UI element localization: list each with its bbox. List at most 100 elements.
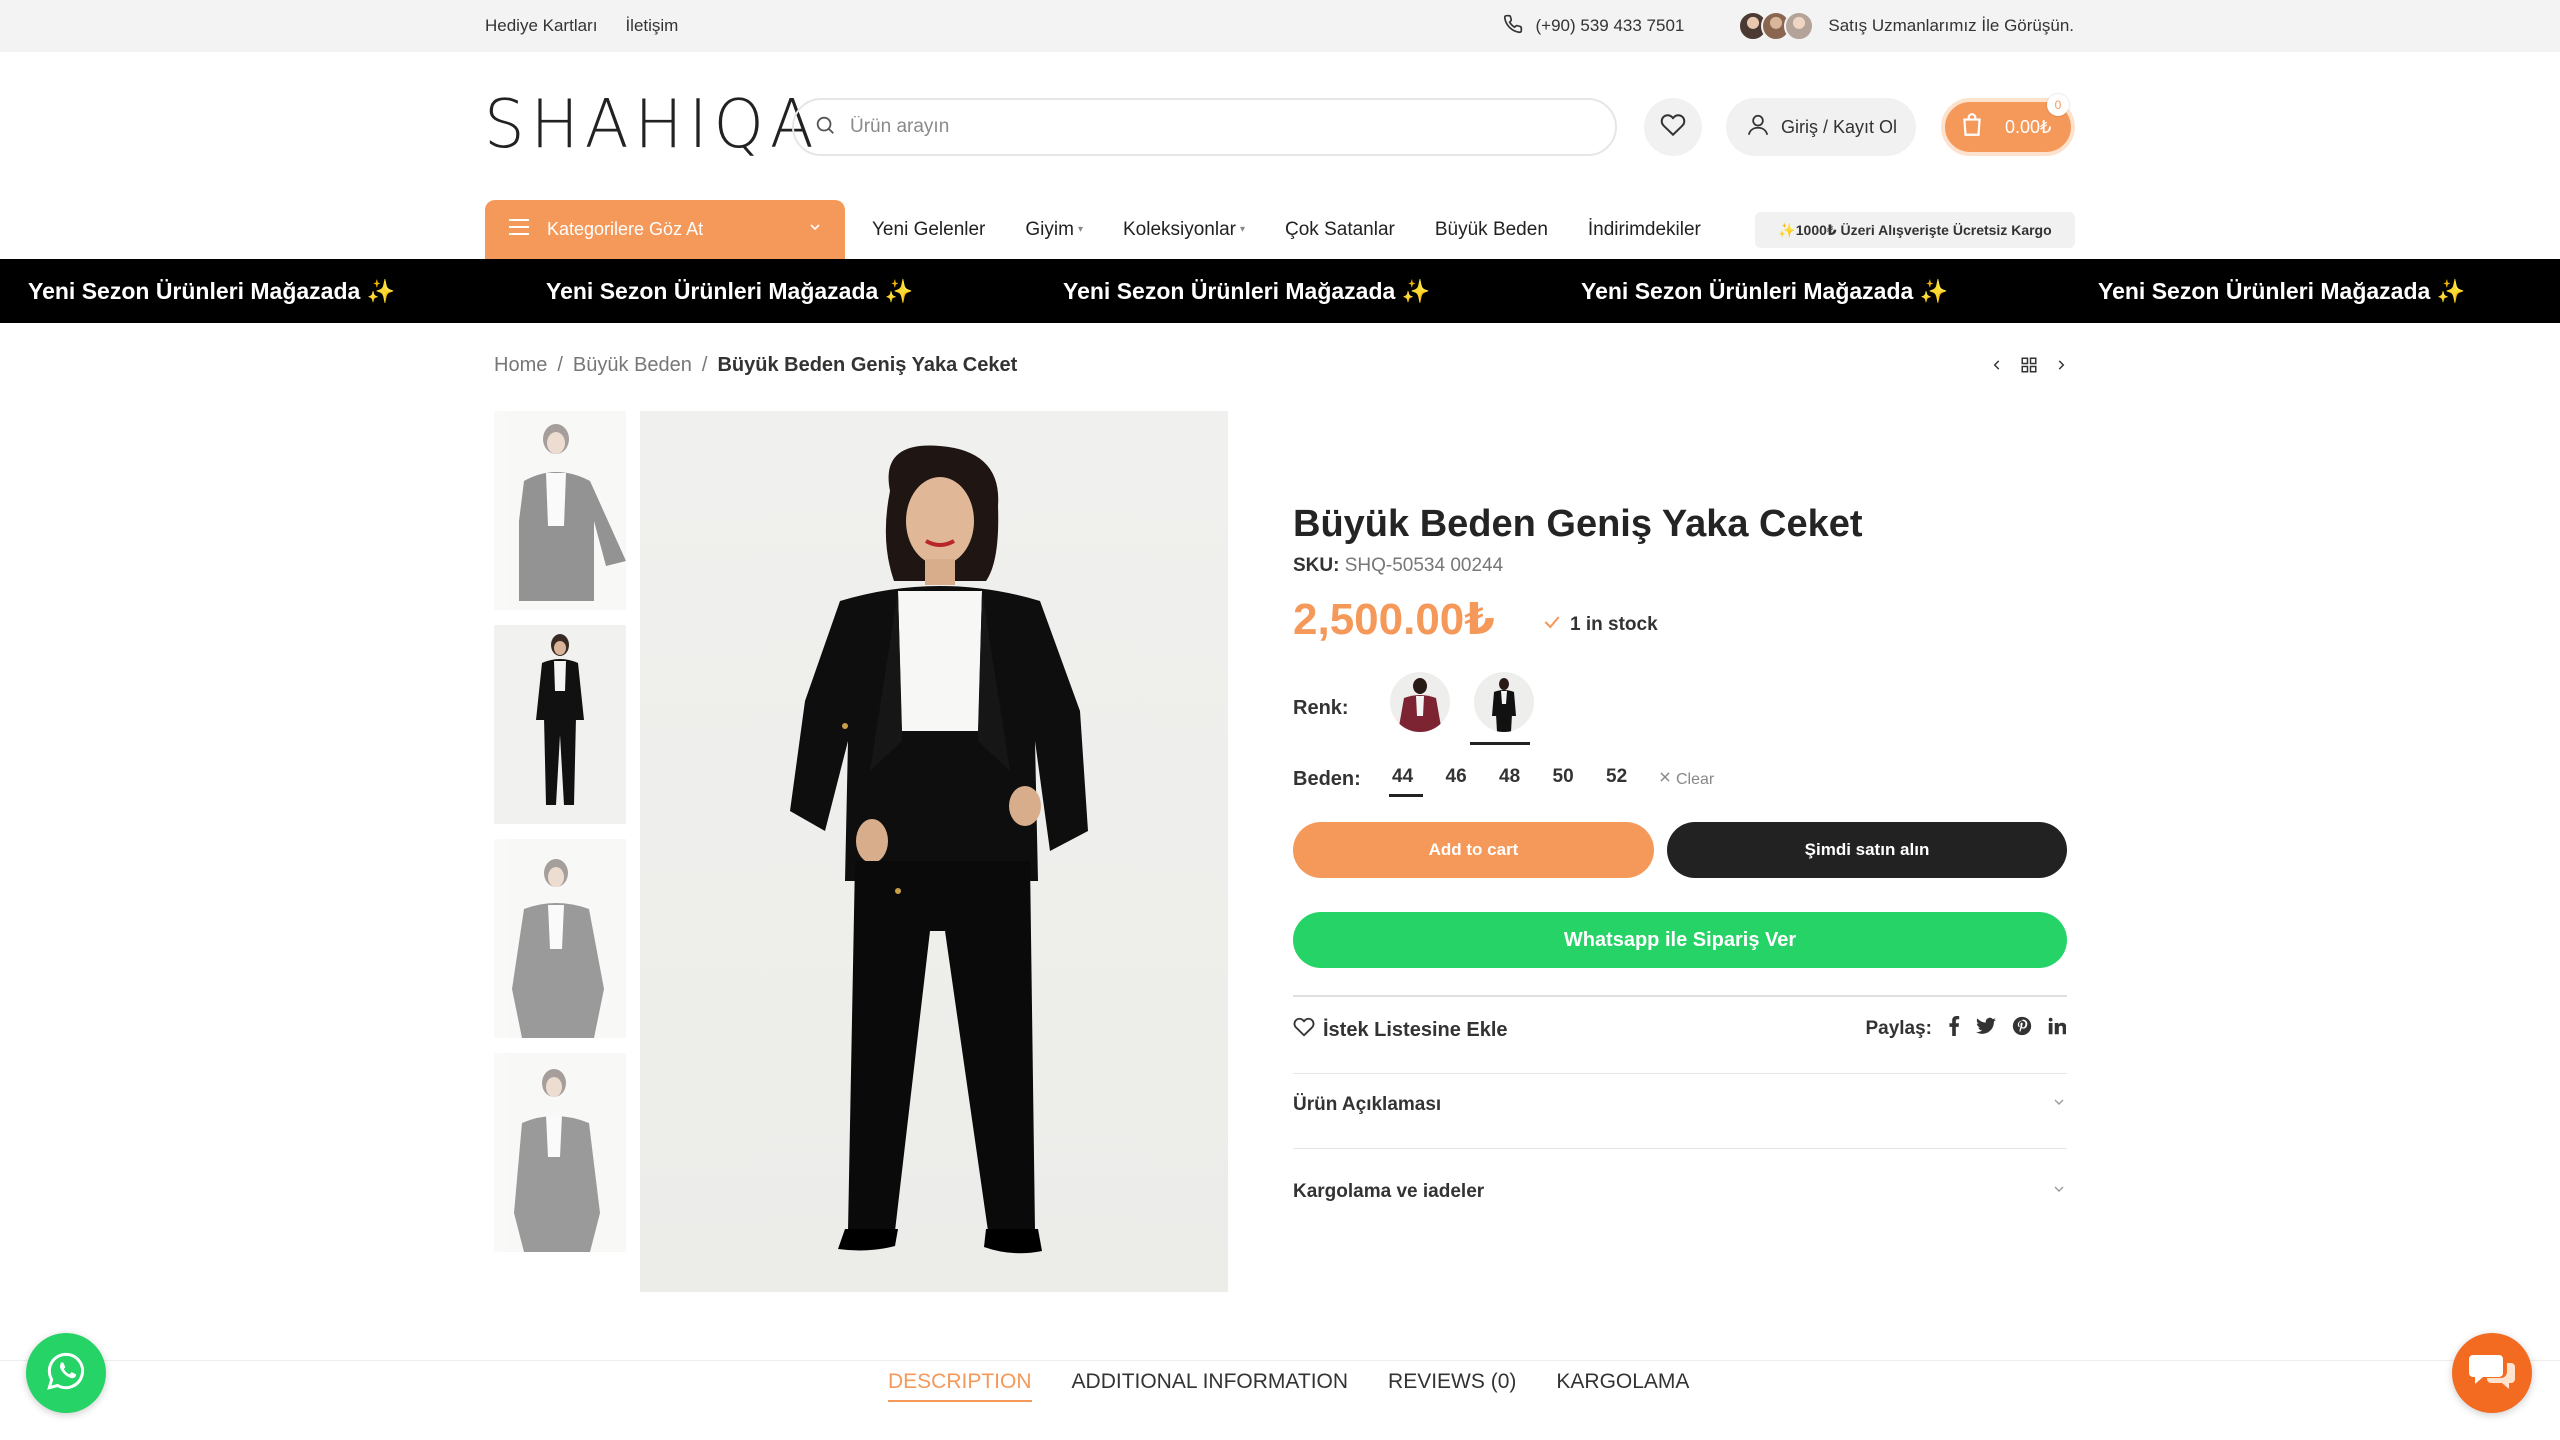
sku-label: SKU:: [1293, 555, 1340, 576]
cart-count-badge: 0: [2047, 94, 2069, 116]
size-option-52[interactable]: 52: [1606, 766, 1660, 788]
accordion-title: Ürün Açıklaması: [1293, 1094, 1442, 1115]
nav-item-clothing[interactable]: Giyim ▾: [1025, 219, 1083, 241]
top-bar: Hediye Kartları İletişim (+90) 539 433 7…: [0, 0, 2560, 52]
search-bar: [792, 98, 1617, 156]
breadcrumb-current: Büyük Beden Geniş Yaka Ceket: [717, 354, 1018, 376]
nav-item-new-arrivals[interactable]: Yeni Gelenler: [872, 219, 985, 241]
whatsapp-float-button[interactable]: [26, 1333, 106, 1413]
thumbnail[interactable]: [494, 411, 626, 610]
gift-cards-link[interactable]: Hediye Kartları: [485, 16, 597, 36]
clear-label: Clear: [1676, 770, 1715, 788]
size-options: 44 46 48 50 52: [1392, 766, 1660, 788]
breadcrumb-category[interactable]: Büyük Beden: [573, 354, 692, 377]
chevron-down-icon: ▾: [1077, 224, 1083, 235]
nav-item-label: Koleksiyonlar: [1122, 218, 1236, 240]
clear-selection-button[interactable]: Clear: [1658, 770, 1714, 789]
facebook-icon[interactable]: [1948, 1016, 1960, 1042]
experts-link[interactable]: Satış Uzmanlarımız İle Görüşün.: [1828, 16, 2074, 36]
breadcrumb: Home / Büyük Beden / Büyük Beden Geniş Y…: [494, 354, 1017, 377]
breadcrumb-home[interactable]: Home: [494, 354, 547, 377]
logo[interactable]: SHAHIQA: [484, 88, 820, 162]
accordion-shipping-returns[interactable]: Kargolama ve iadeler: [1293, 1181, 2067, 1203]
nav-item-collections[interactable]: Koleksiyonlar ▾: [1123, 219, 1245, 241]
tab-additional-information[interactable]: ADDITIONAL INFORMATION: [1072, 1370, 1349, 1402]
phone[interactable]: (+90) 539 433 7501: [1503, 14, 1684, 39]
breadcrumb-separator: /: [557, 354, 563, 376]
chevron-down-icon: [2051, 1181, 2067, 1203]
tab-shipping[interactable]: KARGOLAMA: [1556, 1370, 1689, 1402]
buy-now-button[interactable]: Şimdi satın alın: [1667, 822, 2067, 878]
thumbnail[interactable]: [494, 839, 626, 1038]
menu-icon: [507, 217, 531, 242]
product-main-image[interactable]: [640, 411, 1228, 1292]
categories-button[interactable]: Kategorilere Göz At: [485, 200, 845, 259]
free-shipping-badge: ✨1000₺ Üzeri Alışverişte Ücretsiz Kargo: [1755, 212, 2075, 248]
nav-item-label: İndirimdekiler: [1587, 218, 1701, 240]
selected-color-indicator: [1470, 742, 1530, 745]
thumbnail-list: [494, 411, 626, 1267]
divider: [1293, 1073, 2067, 1074]
marquee-item: Yeni Sezon Ürünleri Mağazada ✨: [546, 278, 914, 304]
product-price: 2,500.00₺: [1293, 595, 1495, 644]
marquee-item: Yeni Sezon Ürünleri Mağazada ✨: [28, 278, 396, 304]
linkedin-icon[interactable]: [2048, 1017, 2067, 1041]
add-to-wishlist-link[interactable]: İstek Listesine Ekle: [1293, 1016, 1508, 1044]
size-option-50[interactable]: 50: [1553, 766, 1607, 788]
chevron-left-icon[interactable]: [1990, 356, 2004, 379]
nav-item-sale[interactable]: İndirimdekiler: [1588, 219, 1701, 241]
marquee-item: Yeni Sezon Ürünleri Mağazada ✨: [2098, 278, 2466, 304]
nav-item-label: Büyük Beden: [1434, 218, 1548, 240]
tab-reviews[interactable]: REVIEWS (0): [1388, 1370, 1516, 1402]
share-links: Paylaş:: [1865, 1016, 2067, 1042]
add-to-cart-button[interactable]: Add to cart: [1293, 822, 1654, 878]
color-swatch-burgundy[interactable]: [1390, 672, 1450, 732]
wishlist-label: İstek Listesine Ekle: [1323, 1018, 1508, 1041]
accordion-product-description[interactable]: Ürün Açıklaması: [1293, 1094, 2067, 1116]
color-swatches: [1390, 672, 1534, 732]
whatsapp-order-button[interactable]: Whatsapp ile Sipariş Ver: [1293, 912, 2067, 968]
cart-button[interactable]: 0.00₺ 0: [1941, 94, 2075, 156]
main-nav: Yeni Gelenler Giyim ▾ Koleksiyonlar ▾ Çok …: [872, 200, 1701, 259]
search-input[interactable]: [850, 116, 1550, 138]
cart-total: 0.00₺: [2005, 116, 2052, 137]
nav-item-bestsellers[interactable]: Çok Satanlar: [1285, 219, 1395, 241]
categories-label: Kategorilere Göz At: [547, 219, 704, 239]
nav-item-label: Yeni Gelenler: [872, 218, 986, 240]
wishlist-button[interactable]: [1644, 98, 1702, 156]
share-label: Paylaş:: [1865, 1018, 1932, 1039]
color-swatch-black[interactable]: [1474, 672, 1534, 732]
product-navigation: [1990, 356, 2068, 379]
search-icon[interactable]: [814, 114, 836, 141]
top-right: (+90) 539 433 7501 Satış Uzmanlarımız İl…: [1503, 0, 2074, 52]
size-option-46[interactable]: 46: [1446, 766, 1500, 788]
contact-link[interactable]: İletişim: [625, 16, 678, 36]
color-label-text: Renk: [1293, 697, 1342, 719]
thumbnail[interactable]: [494, 625, 626, 824]
selected-size-indicator: [1389, 794, 1423, 797]
twitter-icon[interactable]: [1976, 1017, 1996, 1041]
chat-icon: [2469, 1351, 2515, 1396]
size-option-44[interactable]: 44: [1392, 766, 1446, 788]
product-title: Büyük Beden Geniş Yaka Ceket: [1293, 503, 1863, 545]
thumbnail[interactable]: [494, 1053, 626, 1252]
chat-float-button[interactable]: [2452, 1333, 2532, 1413]
chevron-down-icon: ▾: [1239, 224, 1246, 235]
nav-item-plus-size[interactable]: Büyük Beden: [1435, 219, 1548, 241]
chevron-down-icon: [2051, 1094, 2067, 1116]
accordion-title: Kargolama ve iadeler: [1293, 1181, 1485, 1202]
divider: [1293, 995, 2067, 997]
close-icon: [1658, 770, 1672, 789]
chevron-right-icon[interactable]: [2054, 356, 2068, 379]
tab-description[interactable]: DESCRIPTION: [888, 1370, 1032, 1402]
stock-text: 1 in stock: [1570, 614, 1658, 635]
color-label: Renk:: [1293, 697, 1349, 719]
breadcrumb-separator: /: [701, 354, 708, 376]
phone-number: (+90) 539 433 7501: [1535, 16, 1685, 35]
login-button[interactable]: Giriş / Kayıt Ol: [1726, 98, 1916, 156]
pinterest-icon[interactable]: [2012, 1016, 2032, 1042]
grid-icon[interactable]: [2020, 356, 2038, 379]
size-label-text: Beden: [1293, 768, 1355, 790]
size-option-48[interactable]: 48: [1499, 766, 1553, 788]
chevron-down-icon: [807, 219, 823, 240]
